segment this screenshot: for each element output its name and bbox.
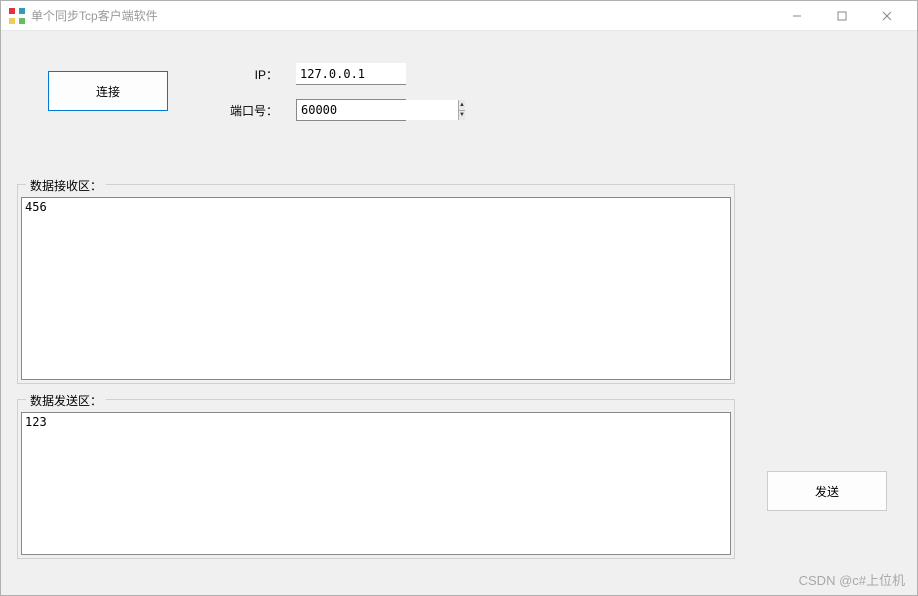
receive-groupbox: 数据接收区： — [17, 184, 735, 384]
minimize-icon — [792, 11, 802, 21]
close-icon — [882, 11, 892, 21]
window-title: 单个同步Tcp客户端软件 — [31, 7, 774, 24]
connect-button[interactable]: 连接 — [48, 71, 168, 111]
port-up-button[interactable]: ▲ — [459, 100, 465, 111]
titlebar: 单个同步Tcp客户端软件 — [1, 1, 917, 31]
watermark: CSDN @c#上位机 — [799, 570, 905, 589]
connection-fields: IP： 端口号： ▲ ▼ — [228, 63, 406, 121]
ip-row: IP： — [228, 63, 406, 85]
app-icon — [9, 8, 25, 24]
maximize-button[interactable] — [819, 1, 864, 30]
port-input[interactable] — [297, 100, 458, 120]
close-button[interactable] — [864, 1, 909, 30]
send-button[interactable]: 发送 — [767, 471, 887, 511]
port-numeric: ▲ ▼ — [296, 99, 406, 121]
receive-label: 数据接收区： — [26, 177, 106, 194]
send-textarea[interactable] — [21, 412, 731, 555]
send-groupbox: 数据发送区： — [17, 399, 735, 559]
app-window: 单个同步Tcp客户端软件 连接 IP： 端口号： — [0, 0, 918, 596]
ip-label: IP： — [228, 66, 278, 83]
window-controls — [774, 1, 909, 30]
client-area: 连接 IP： 端口号： ▲ ▼ — [1, 31, 917, 595]
minimize-button[interactable] — [774, 1, 819, 30]
connection-section: 连接 IP： 端口号： ▲ ▼ — [13, 43, 905, 131]
receive-textarea[interactable] — [21, 197, 731, 380]
port-row: 端口号： ▲ ▼ — [228, 99, 406, 121]
port-label: 端口号： — [228, 102, 278, 119]
port-spinner: ▲ ▼ — [458, 100, 465, 120]
maximize-icon — [837, 11, 847, 21]
send-label: 数据发送区： — [26, 392, 106, 409]
port-down-button[interactable]: ▼ — [459, 111, 465, 121]
ip-input[interactable] — [296, 63, 406, 85]
